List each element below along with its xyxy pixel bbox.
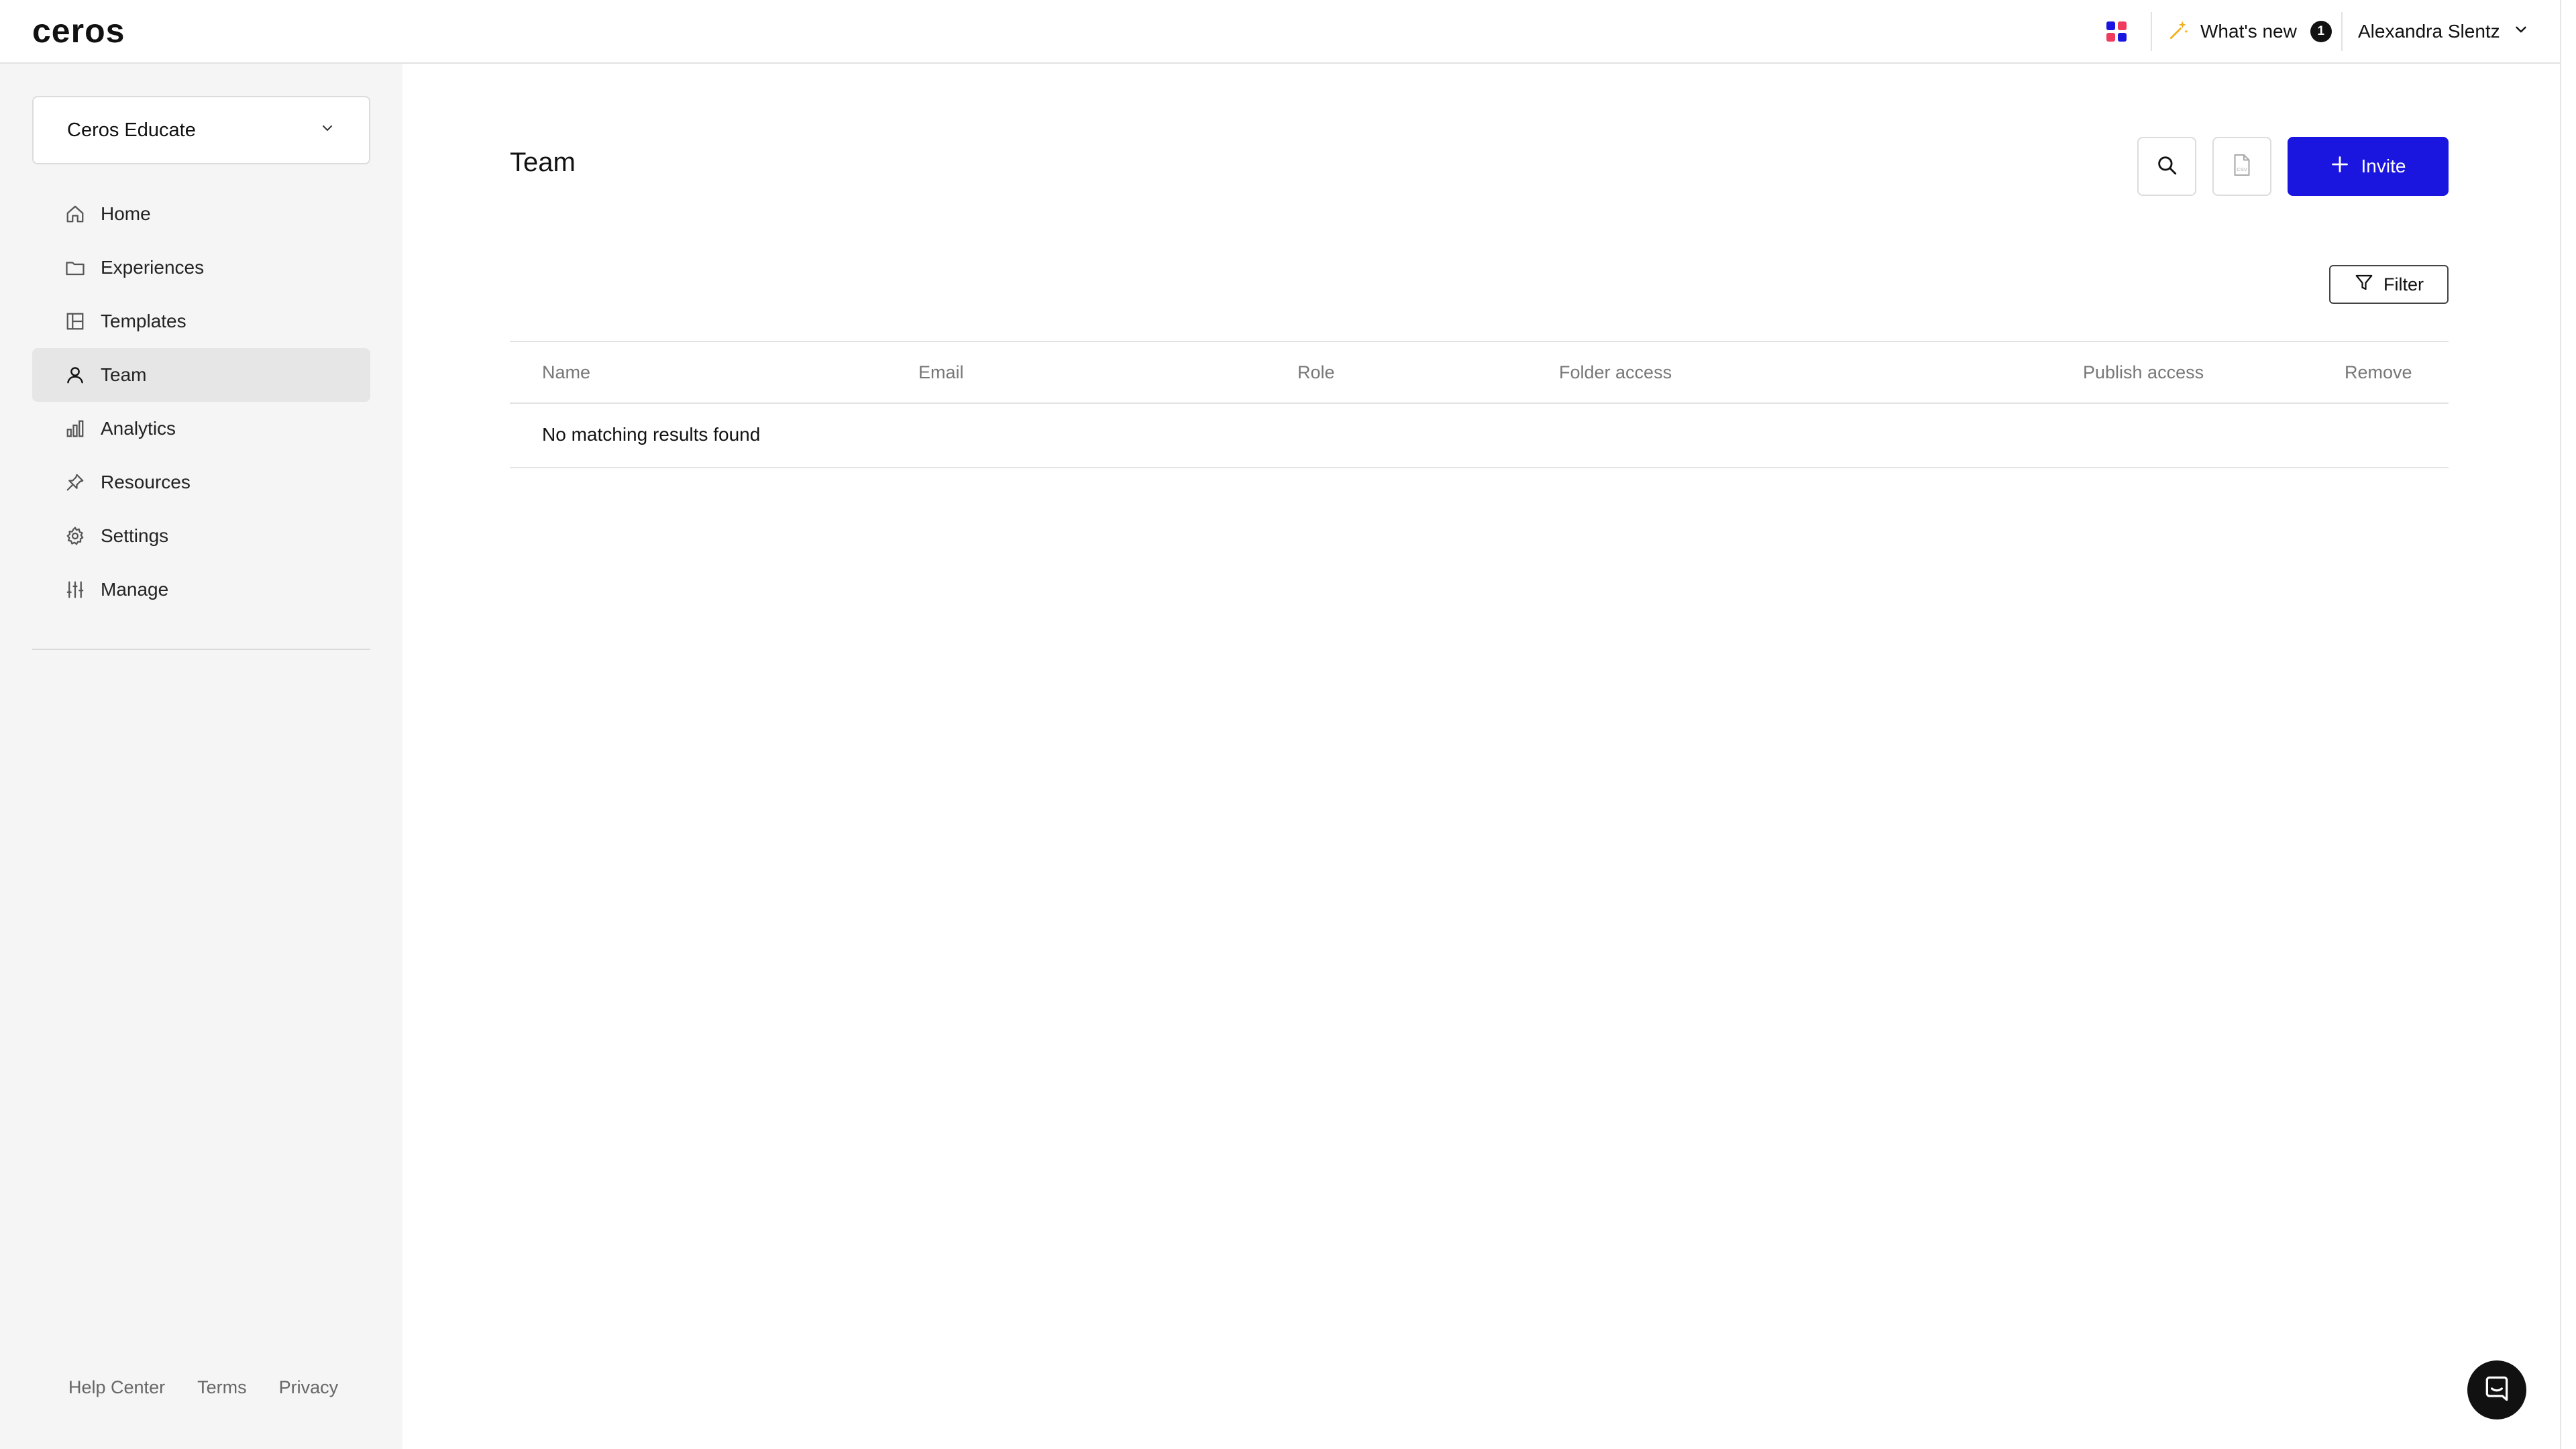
sidebar-item-label: Home [101,203,151,224]
column-header-folder-access: Folder access [1559,362,1672,382]
sidebar-item-label: Resources [101,472,191,492]
privacy-link[interactable]: Privacy [279,1377,339,1398]
ceros-logo[interactable]: ceros [32,12,125,50]
plus-icon [2330,155,2349,178]
sidebar-item-templates[interactable]: Templates [32,294,370,348]
team-table: Name Email Role Folder access Publish ac… [510,341,2449,468]
chat-icon [2482,1374,2512,1407]
chat-launcher-button[interactable] [2467,1360,2526,1419]
sparkle-icon [2168,18,2191,46]
sidebar-item-resources[interactable]: Resources [32,455,370,509]
table-row: No matching results found [510,404,2449,468]
footer-links: Help Center Terms Privacy [68,1377,338,1398]
workspace-select[interactable]: Ceros Educate [32,96,370,164]
sidebar-item-home[interactable]: Home [32,187,370,241]
folder-icon [64,257,86,278]
sidebar-item-label: Team [101,364,147,385]
sidebar-nav: Home Experiences Templates Team Analytic… [32,187,370,616]
person-icon [64,364,86,386]
search-button[interactable] [2137,137,2196,196]
filter-button[interactable]: Filter [2329,265,2449,304]
column-header-role[interactable]: Role [1297,362,1335,383]
search-icon [2155,154,2178,180]
invite-label: Invite [2361,156,2406,176]
sidebar-item-label: Templates [101,311,186,331]
bar-chart-icon [64,418,86,439]
sidebar-item-label: Settings [101,525,169,546]
chevron-down-icon [319,119,335,142]
column-header-name[interactable]: Name [542,362,590,383]
terms-link[interactable]: Terms [197,1377,247,1398]
sidebar-item-label: Analytics [101,418,176,439]
sidebar-item-experiences[interactable]: Experiences [32,241,370,294]
top-bar: ceros What's new 1 Alexandra Slentz [0,0,2560,64]
apps-grid-icon[interactable] [2106,21,2127,42]
sidebar-item-manage[interactable]: Manage [32,563,370,616]
filter-label: Filter [2383,274,2424,294]
column-header-remove: Remove [2345,362,2412,382]
divider [2151,12,2152,51]
sliders-icon [64,579,86,600]
chevron-down-icon [2512,21,2530,43]
whats-new-label: What's new [2200,21,2297,42]
sidebar-item-settings[interactable]: Settings [32,509,370,563]
workspace-name: Ceros Educate [67,119,196,141]
whats-new-button[interactable]: What's new 1 [2168,15,2332,48]
sidebar-item-label: Manage [101,579,169,600]
column-header-email[interactable]: Email [918,362,964,383]
filter-icon [2354,272,2374,297]
table-header: Name Email Role Folder access Publish ac… [510,341,2449,404]
divider [32,649,370,650]
csv-file-icon: CSV [2230,153,2254,180]
svg-text:CSV: CSV [2237,166,2247,172]
user-name: Alexandra Slentz [2358,21,2500,42]
column-header-publish-access: Publish access [2083,362,2204,382]
page-title: Team [510,148,576,177]
empty-state-message: No matching results found [542,424,761,445]
user-menu[interactable]: Alexandra Slentz [2358,15,2530,48]
sidebar-item-label: Experiences [101,257,205,278]
sidebar: Ceros Educate Home Experiences Templates [0,64,402,1449]
templates-icon [64,311,86,332]
export-csv-button[interactable]: CSV [2212,137,2271,196]
sidebar-item-team[interactable]: Team [32,348,370,402]
help-center-link[interactable]: Help Center [68,1377,165,1398]
divider [2341,12,2343,51]
scrollbar[interactable] [2560,0,2576,1449]
notification-badge: 1 [2310,21,2332,42]
gear-icon [64,525,86,547]
pin-icon [64,472,86,493]
home-icon [64,203,86,225]
invite-button[interactable]: Invite [2288,137,2449,196]
sidebar-item-analytics[interactable]: Analytics [32,402,370,455]
